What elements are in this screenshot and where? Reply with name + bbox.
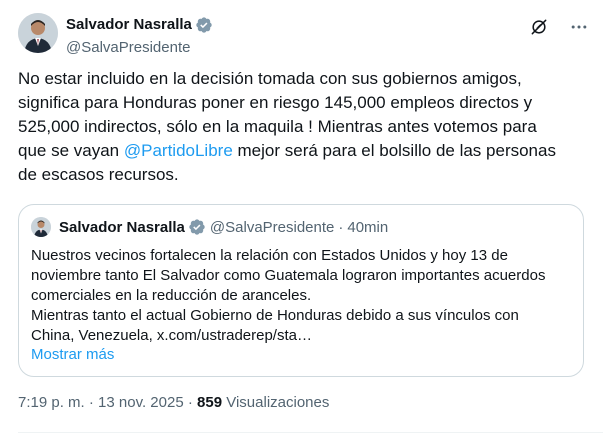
quote-header: Salvador Nasralla @SalvaPresidente · 40m… bbox=[59, 217, 388, 237]
verified-badge-icon bbox=[189, 219, 205, 235]
author-handle[interactable]: @SalvaPresidente bbox=[66, 38, 213, 58]
avatar[interactable] bbox=[18, 13, 58, 53]
quote-author-name: Salvador Nasralla bbox=[59, 218, 185, 236]
show-more-link[interactable]: Mostrar más bbox=[31, 345, 114, 365]
tweet-time[interactable]: 7:19 p. m. bbox=[18, 394, 85, 411]
tweet: Salvador Nasralla @SalvaPresidente No es… bbox=[0, 0, 603, 439]
author-block[interactable]: Salvador Nasralla @SalvaPresidente bbox=[66, 15, 213, 58]
quote-separator: · bbox=[338, 218, 344, 236]
quote-text: Nuestros vecinos fortalecen la relación … bbox=[31, 247, 546, 344]
avatar-image bbox=[18, 13, 58, 53]
meta-separator: · bbox=[84, 394, 99, 411]
views-count[interactable]: 859 bbox=[197, 394, 222, 411]
quote-author-handle: @SalvaPresidente bbox=[209, 218, 335, 236]
more-icon[interactable] bbox=[569, 17, 589, 37]
tweet-date[interactable]: 13 nov. 2025 bbox=[98, 394, 184, 411]
meta-separator: · bbox=[183, 394, 198, 411]
verified-badge-icon bbox=[196, 17, 212, 33]
quote-avatar bbox=[31, 217, 51, 237]
author-name[interactable]: Salvador Nasralla bbox=[66, 15, 192, 35]
grok-icon[interactable] bbox=[529, 17, 549, 37]
tweet-text: No estar incluido en la decisión tomada … bbox=[18, 67, 588, 187]
top-actions bbox=[529, 17, 589, 37]
divider bbox=[18, 432, 603, 433]
views-label: Visualizaciones bbox=[222, 394, 330, 411]
quote-timestamp[interactable]: 40min bbox=[347, 219, 388, 236]
quoted-tweet[interactable]: Salvador Nasralla @SalvaPresidente · 40m… bbox=[18, 204, 584, 377]
tweet-meta: 7:19 p. m. · 13 nov. 2025 · 859 Visualiz… bbox=[18, 393, 329, 413]
mention-link[interactable]: @PartidoLibre bbox=[124, 141, 233, 160]
quote-avatar-image bbox=[31, 217, 51, 237]
